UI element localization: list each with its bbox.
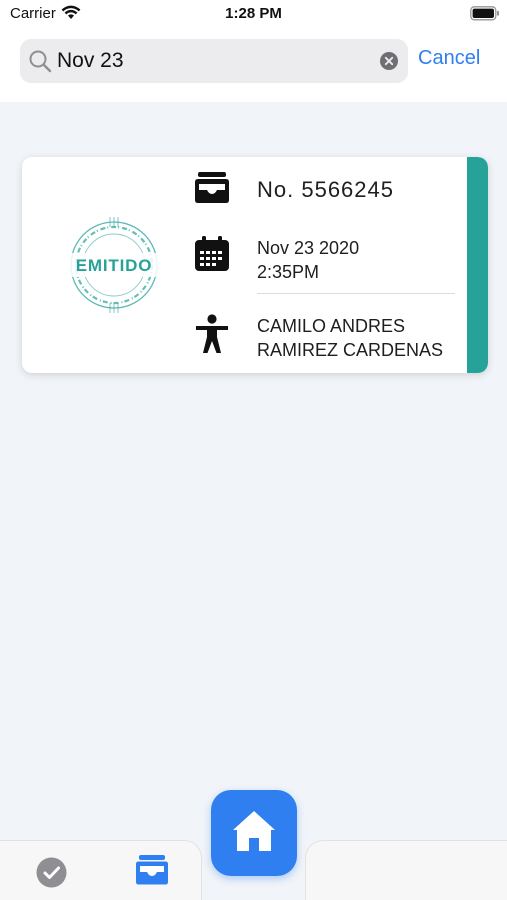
person-name-line2: RAMIREZ CARDENAS — [257, 340, 444, 360]
ticket-icon — [194, 172, 230, 209]
ticket-time-line: 2:35PM — [257, 262, 320, 282]
search-icon — [28, 49, 52, 78]
cancel-button[interactable]: Cancel — [418, 47, 480, 70]
battery-icon — [470, 6, 500, 26]
divider — [257, 293, 455, 294]
home-button[interactable] — [211, 790, 297, 876]
person-name: CAMILO ANDRES RAMIREZ CARDENAS — [257, 314, 467, 362]
clear-icon[interactable] — [380, 52, 398, 75]
search-input[interactable] — [57, 39, 357, 83]
ticket-date-line: Nov 23 2020 — [257, 238, 360, 258]
inbox-icon[interactable] — [135, 855, 169, 890]
result-card[interactable]: EMITIDO No. 5566245 Nov 23 2020 2:35PM C… — [22, 157, 488, 373]
clock: 1:28 PM — [225, 5, 282, 22]
person-name-line1: CAMILO ANDRES — [257, 316, 406, 336]
emitido-stamp: EMITIDO — [64, 215, 164, 320]
person-icon — [194, 314, 230, 359]
tab-bar-left — [0, 840, 202, 900]
search-box[interactable] — [20, 39, 408, 83]
tab-bar-right — [305, 840, 507, 900]
ticket-date: Nov 23 2020 2:35PM — [257, 236, 457, 284]
card-accent-bar — [467, 157, 488, 373]
status-bar: Carrier 1:28 PM — [0, 0, 507, 30]
home-icon — [231, 808, 277, 859]
calendar-icon — [194, 236, 230, 277]
screen: Carrier 1:28 PM Nov 23 Cancel EMITIDO No… — [0, 0, 507, 900]
emitido-stamp-text: EMITIDO — [76, 256, 152, 275]
check-icon[interactable] — [36, 857, 67, 893]
search-header: Cancel — [0, 30, 507, 102]
ticket-number: No. 5566245 — [257, 177, 394, 202]
